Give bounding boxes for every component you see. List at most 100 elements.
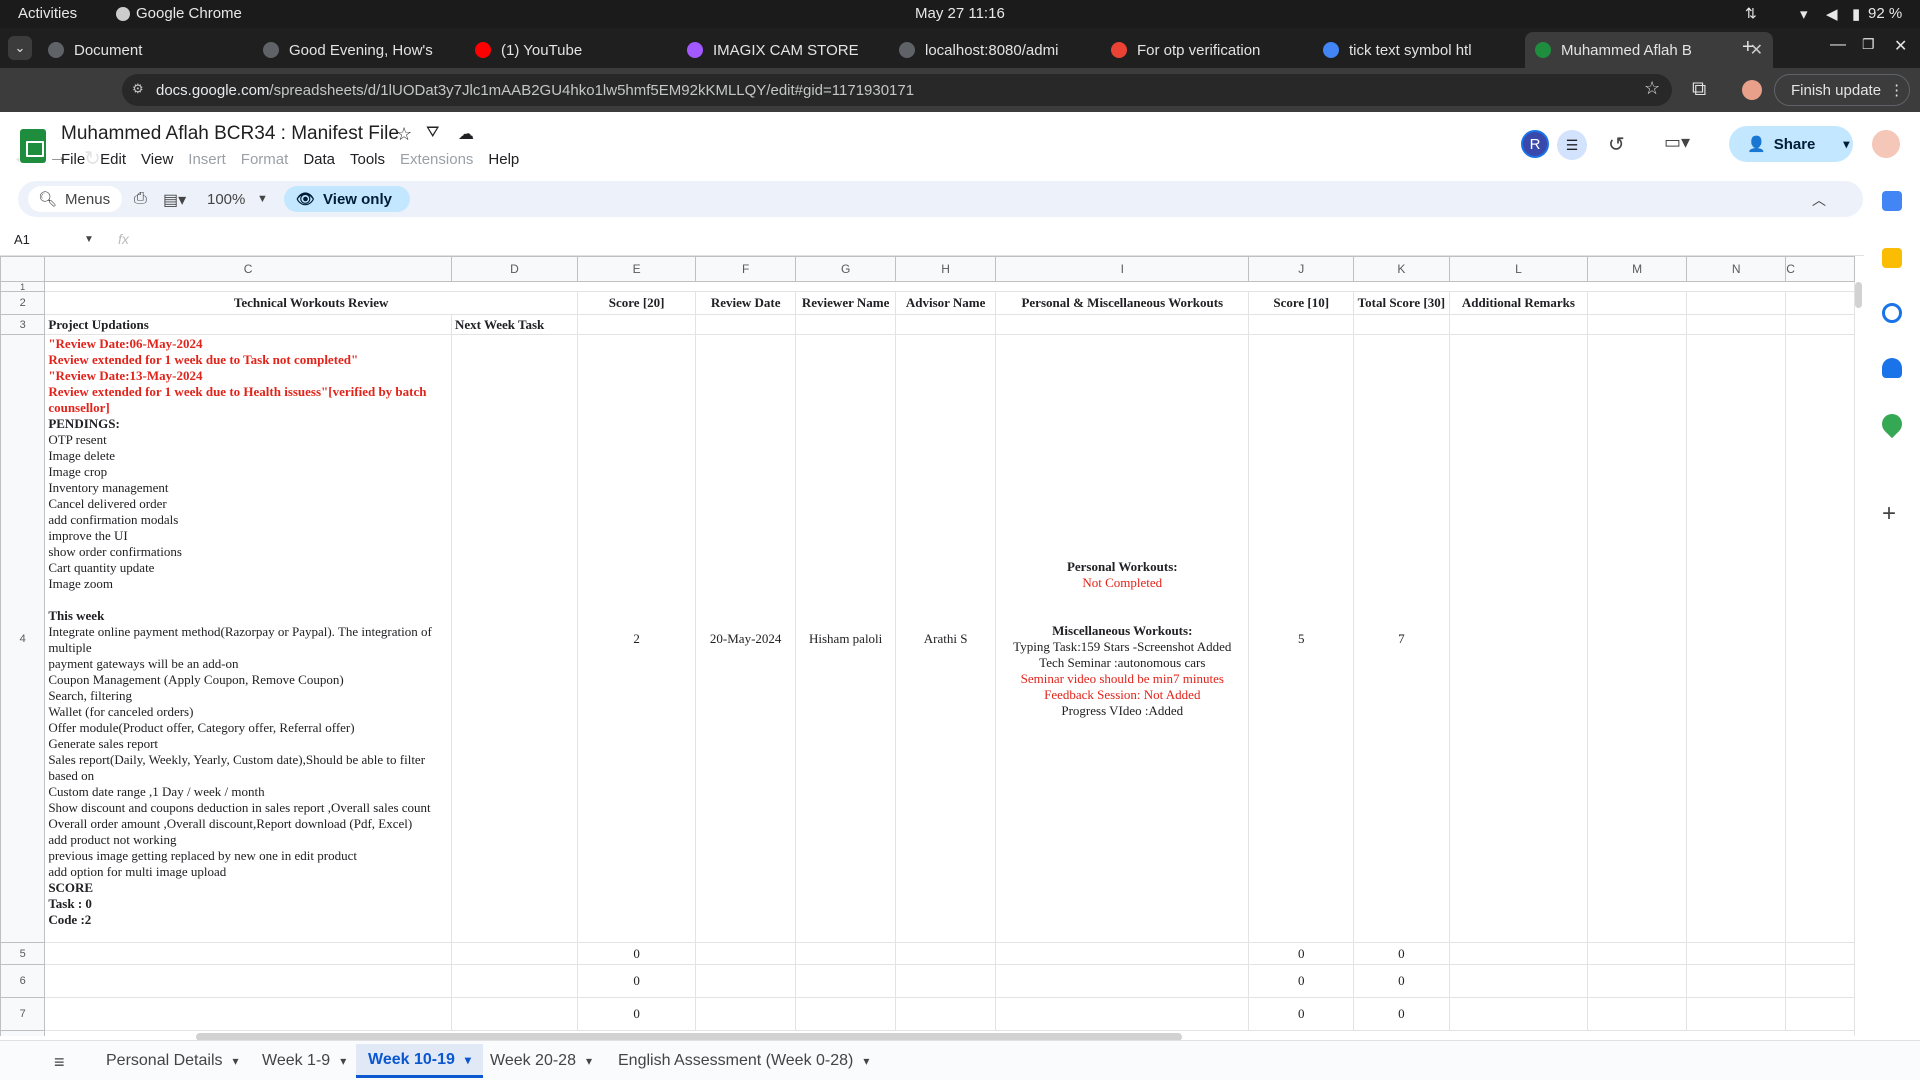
column-header[interactable]: I xyxy=(995,256,1250,282)
row-header[interactable]: 5 xyxy=(0,942,46,965)
column-header[interactable]: L xyxy=(1448,256,1589,282)
vertical-scrollbar[interactable] xyxy=(1855,282,1862,308)
column-header[interactable]: M xyxy=(1587,256,1688,282)
column-header[interactable]: F xyxy=(695,256,797,282)
cell-header-score-20[interactable]: Score [20] xyxy=(577,291,697,315)
browser-tab[interactable]: For otp verification✕ xyxy=(1101,32,1349,68)
cell[interactable] xyxy=(450,334,579,943)
print-icon[interactable]: ⎙ xyxy=(134,190,147,208)
sheet-tab-dropdown-icon[interactable]: ▾ xyxy=(340,1054,346,1068)
cell[interactable] xyxy=(44,281,1855,292)
cell[interactable] xyxy=(1448,942,1589,965)
minimize-icon[interactable]: — xyxy=(1830,36,1846,54)
cell-header-score-10[interactable]: Score [10] xyxy=(1248,291,1354,315)
name-box[interactable]: A1 xyxy=(14,232,30,247)
add-addon-icon[interactable]: + xyxy=(1882,500,1896,528)
browser-tab[interactable]: Document✕ xyxy=(38,32,286,68)
cell-header-remarks[interactable]: Additional Remarks xyxy=(1448,291,1589,315)
cell[interactable] xyxy=(1587,997,1688,1031)
column-header[interactable]: C xyxy=(1785,256,1855,282)
share-button[interactable]: 👤 Share ▾ xyxy=(1729,126,1853,162)
tab-search-icon[interactable]: ⌄ xyxy=(8,36,32,60)
cell[interactable] xyxy=(1448,997,1589,1031)
cell[interactable] xyxy=(795,997,897,1031)
cell-score-10[interactable]: 5 xyxy=(1248,334,1354,943)
cell-score-10[interactable]: 0 xyxy=(1248,942,1354,965)
cell-header-technical-review[interactable]: Technical Workouts Review xyxy=(44,291,579,315)
column-header[interactable]: J xyxy=(1248,256,1354,282)
cell[interactable] xyxy=(1587,314,1688,335)
cell-score-20[interactable]: 2 xyxy=(577,334,697,943)
column-header[interactable]: N xyxy=(1686,256,1787,282)
contacts-icon[interactable] xyxy=(1882,358,1902,378)
cell[interactable] xyxy=(1785,291,1855,315)
account-avatar[interactable] xyxy=(1870,128,1902,160)
cell-total-score[interactable]: 0 xyxy=(1353,964,1450,998)
column-header[interactable]: G xyxy=(795,256,897,282)
row-header[interactable]: 1 xyxy=(0,281,46,292)
cell[interactable] xyxy=(995,942,1250,965)
sheet-tab-dropdown-icon[interactable]: ▾ xyxy=(586,1054,592,1068)
sheet-tab-dropdown-icon[interactable]: ▾ xyxy=(233,1054,239,1068)
cell-header-personal-misc[interactable]: Personal & Miscellaneous Workouts xyxy=(995,291,1250,315)
maximize-icon[interactable]: ❐ xyxy=(1862,36,1875,53)
menu-view[interactable]: View xyxy=(141,151,173,168)
cell-next-week-task[interactable]: Next Week Task xyxy=(450,314,579,335)
cell[interactable] xyxy=(1448,334,1589,943)
address-bar[interactable]: ⚙ docs.google.com/spreadsheets/d/1lUODat… xyxy=(122,74,1672,106)
cell[interactable] xyxy=(1248,314,1354,335)
collapse-toolbar-icon[interactable]: ︿ xyxy=(1812,190,1826,210)
cell-score-10[interactable]: 0 xyxy=(1248,964,1354,998)
document-title[interactable]: Muhammed Aflah BCR34 : Manifest File xyxy=(61,123,399,145)
corner-select-all[interactable] xyxy=(0,256,46,282)
sheet-tab[interactable]: English Assessment (Week 0-28) ▾ xyxy=(606,1044,881,1078)
kebab-menu-icon[interactable]: ⋮ xyxy=(1889,81,1904,99)
spreadsheet-grid[interactable]: C D E F G H I J K L M N C 1 2 Technical … xyxy=(0,256,1855,1036)
cell-score-20[interactable]: 0 xyxy=(577,942,697,965)
cell[interactable] xyxy=(895,997,997,1031)
cell[interactable] xyxy=(1587,291,1688,315)
search-menus-button[interactable]: 🔍︎ Menus xyxy=(28,186,122,212)
bookmark-star-icon[interactable]: ☆ xyxy=(1644,78,1660,99)
cell-score-20[interactable]: 0 xyxy=(577,997,697,1031)
sheet-tab[interactable]: Week 10-19 ▾ xyxy=(356,1044,483,1078)
cell[interactable] xyxy=(44,997,452,1031)
cell-review-date[interactable]: 20-May-2024 xyxy=(695,334,797,943)
cell-project-updations[interactable]: Project Updations xyxy=(44,314,452,335)
column-header[interactable]: E xyxy=(577,256,697,282)
cell[interactable] xyxy=(695,942,797,965)
new-tab-icon[interactable]: + xyxy=(1742,36,1754,59)
browser-tab[interactable]: localhost:8080/admi✕ xyxy=(889,32,1137,68)
column-header[interactable]: K xyxy=(1353,256,1450,282)
cell[interactable] xyxy=(795,964,897,998)
browser-tab[interactable]: (1) YouTube✕ xyxy=(465,32,713,68)
cell[interactable] xyxy=(995,997,1250,1031)
browser-tab[interactable]: Muhammed Aflah B ✕ xyxy=(1525,32,1773,68)
cell-header-review-date[interactable]: Review Date xyxy=(695,291,797,315)
meet-icon[interactable]: ▭▾ xyxy=(1664,132,1690,153)
column-header[interactable]: H xyxy=(895,256,997,282)
cell[interactable] xyxy=(1785,942,1855,965)
cell[interactable] xyxy=(1785,334,1855,943)
cell-score-10[interactable]: 0 xyxy=(1248,997,1354,1031)
row-header[interactable]: 3 xyxy=(0,314,46,335)
cell[interactable] xyxy=(895,942,997,965)
profile-avatar[interactable] xyxy=(1742,80,1762,100)
row-header[interactable]: 7 xyxy=(0,997,46,1031)
row-header[interactable]: 6 xyxy=(0,964,46,998)
all-sheets-icon[interactable]: ≡ xyxy=(54,1052,65,1073)
cell-score-20[interactable]: 0 xyxy=(577,964,697,998)
extensions-icon[interactable]: ⧉ xyxy=(1692,78,1706,101)
row-header[interactable]: 4 xyxy=(0,334,46,943)
menu-file[interactable]: File xyxy=(61,151,85,168)
zoom-select[interactable]: 100% xyxy=(207,191,245,208)
row-header[interactable] xyxy=(0,1030,46,1036)
cell[interactable] xyxy=(44,942,452,965)
cell[interactable] xyxy=(577,314,697,335)
keep-icon[interactable] xyxy=(1882,248,1902,268)
cell[interactable] xyxy=(1587,964,1688,998)
sheet-tab-dropdown-icon[interactable]: ▾ xyxy=(863,1054,869,1068)
paint-format-icon[interactable]: ▤▾ xyxy=(163,190,186,210)
row-header[interactable]: 2 xyxy=(0,291,46,315)
menu-edit[interactable]: Edit xyxy=(100,151,126,168)
